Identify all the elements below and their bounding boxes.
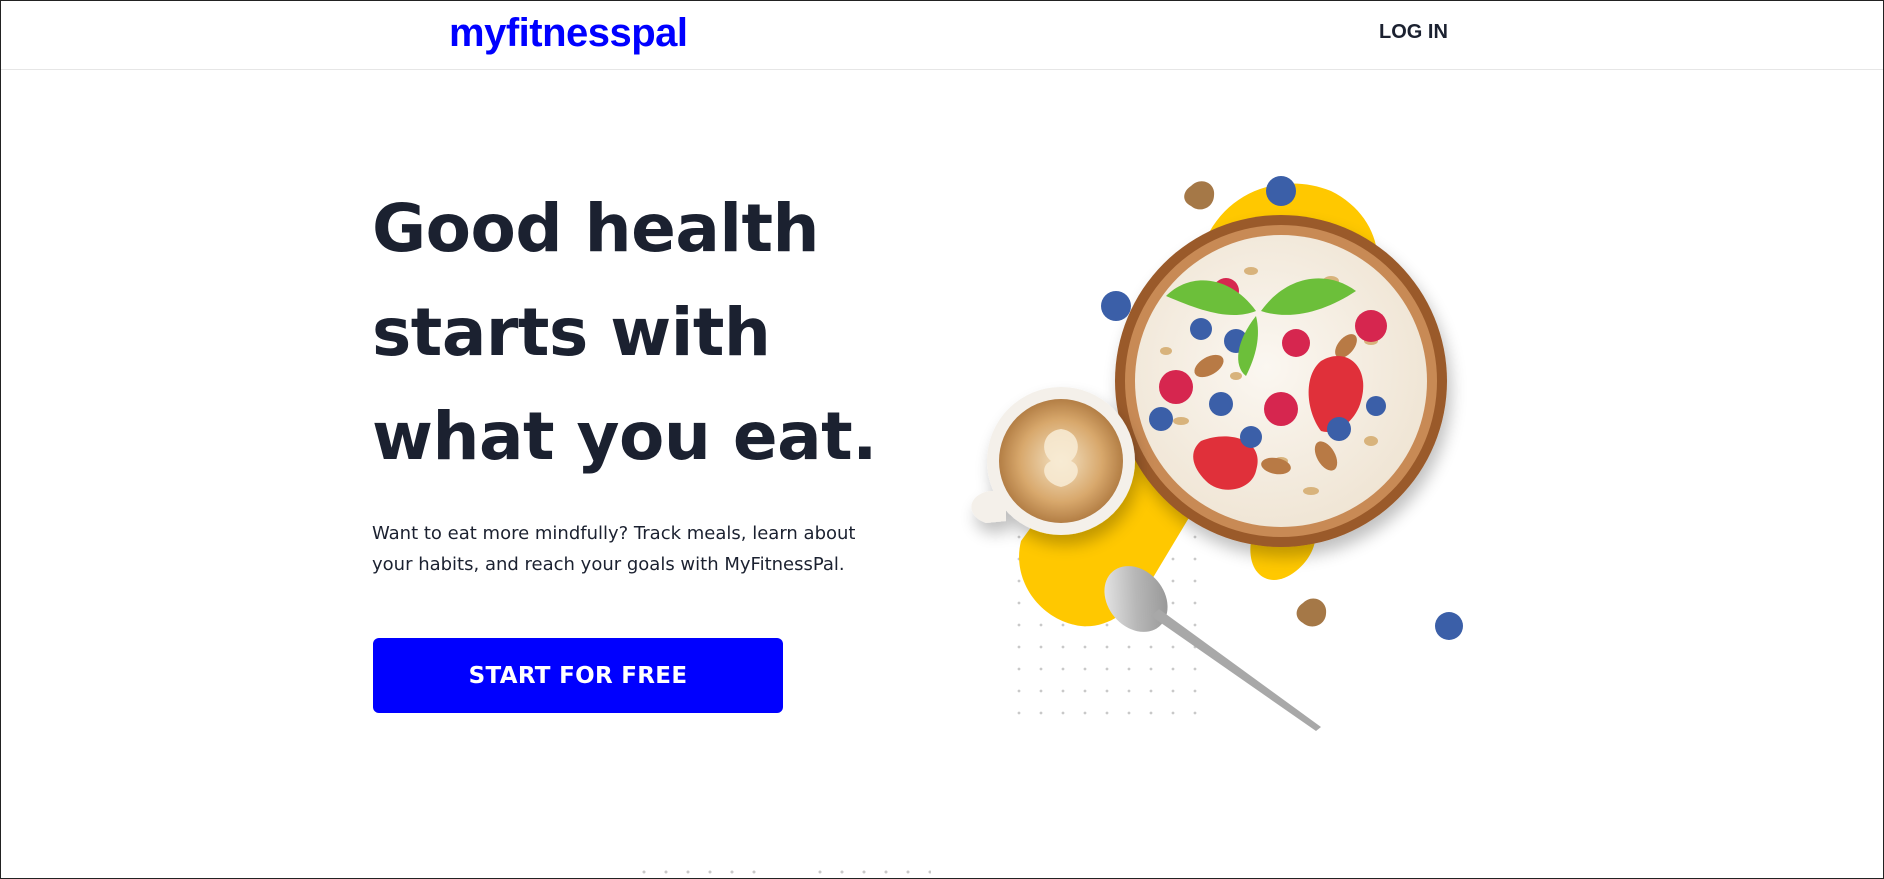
- top-navigation-bar: myfitnesspal LOG IN: [1, 1, 1883, 70]
- blueberry: [1366, 396, 1386, 416]
- raspberry: [1355, 310, 1387, 342]
- blueberry: [1266, 176, 1296, 206]
- hero-subtitle: Want to eat more mindfully? Track meals,…: [372, 518, 872, 580]
- walnut-icon: [1296, 598, 1327, 627]
- walnut-icon: [1184, 181, 1215, 210]
- hero-headline: Good health starts with what you eat.: [372, 177, 892, 489]
- hero-headline-line-1: Good health: [372, 190, 820, 267]
- blueberry: [1327, 417, 1351, 441]
- hero-headline-line-2: starts with: [372, 294, 771, 371]
- hero-headline-line-3: what you eat.: [372, 398, 877, 475]
- blueberry: [1435, 612, 1463, 640]
- hero-subtitle-line-2: your habits, and reach your goals with M…: [372, 554, 845, 575]
- blueberry: [1190, 318, 1212, 340]
- breakfast-bowl-illustration: [971, 176, 1463, 731]
- blueberry: [1209, 392, 1233, 416]
- blueberry: [1149, 407, 1173, 431]
- myfitnesspal-logo[interactable]: myfitnesspal: [449, 11, 688, 56]
- bottom-dot-row: [642, 870, 931, 874]
- hero-subtitle-line-1: Want to eat more mindfully? Track meals,…: [372, 523, 856, 544]
- start-for-free-button[interactable]: START FOR FREE: [373, 638, 783, 713]
- raspberry: [1264, 392, 1298, 426]
- raspberry: [1282, 329, 1310, 357]
- blueberry: [1240, 426, 1262, 448]
- blueberry: [1101, 291, 1131, 321]
- login-link[interactable]: LOG IN: [1379, 21, 1448, 44]
- raspberry: [1159, 370, 1193, 404]
